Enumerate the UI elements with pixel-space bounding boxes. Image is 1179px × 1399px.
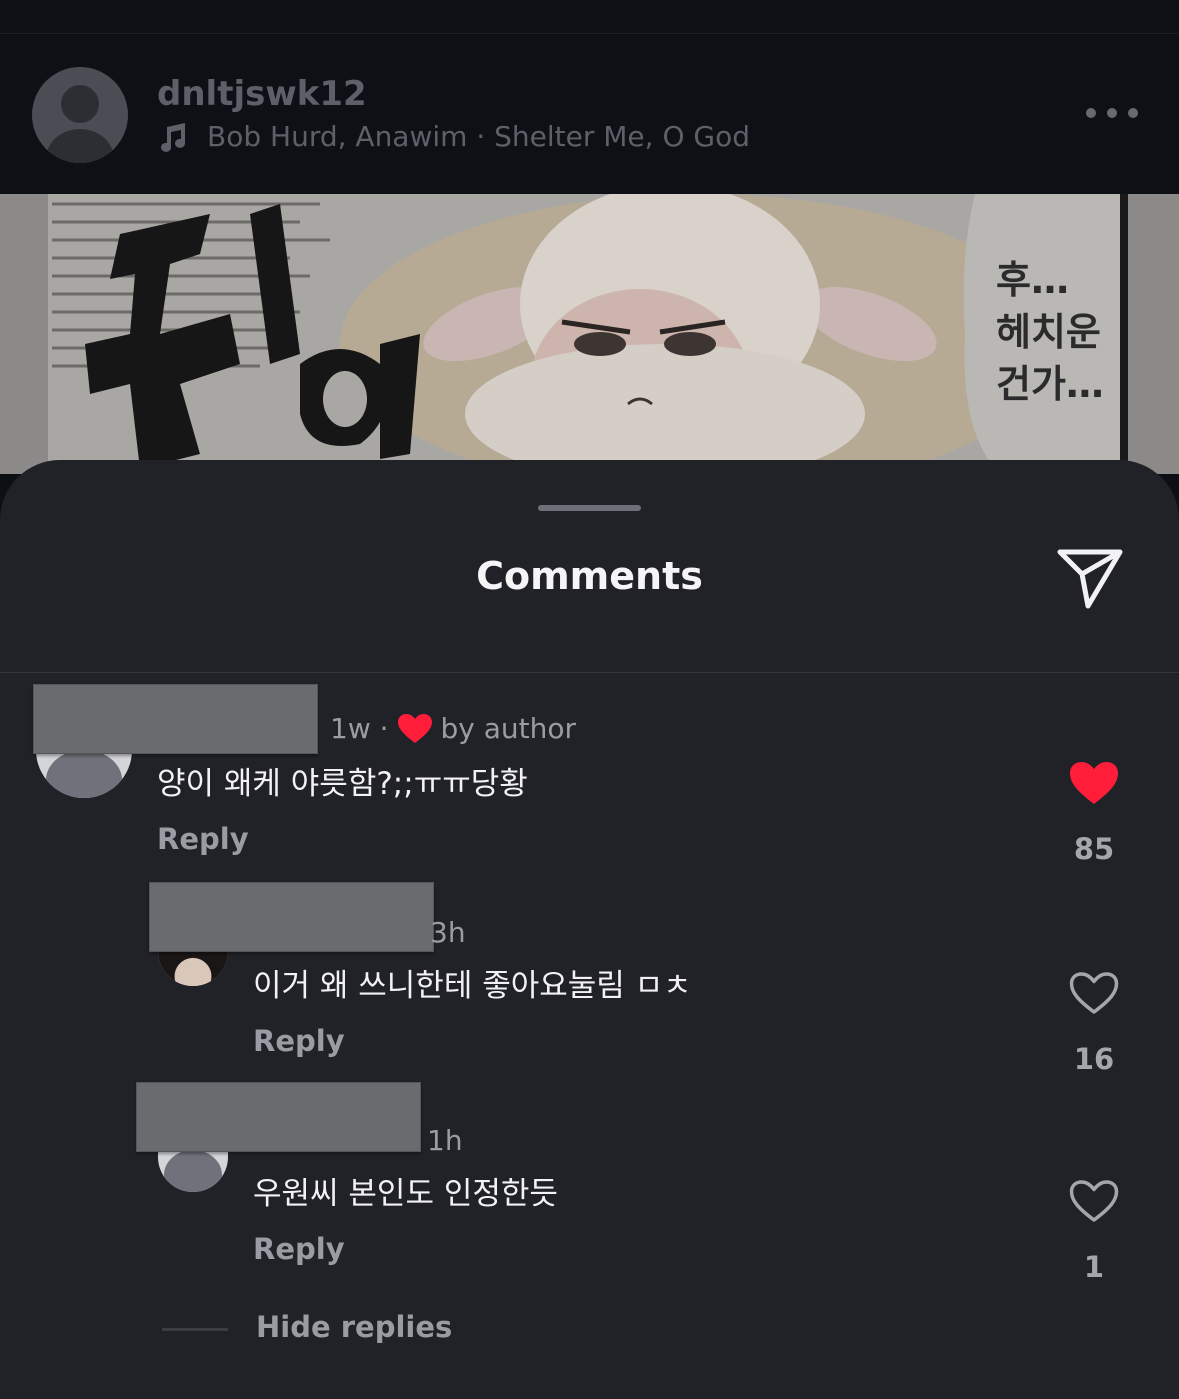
like-count: 16 <box>1073 1042 1115 1076</box>
heart-filled-icon <box>397 713 432 743</box>
comment-text: 우원씨 본인도 인정한듯 <box>253 1176 558 1212</box>
reply-button[interactable]: Reply <box>253 1024 345 1058</box>
post-image: 후… 헤치운 건가… <box>0 194 1179 474</box>
redacted-username <box>149 882 434 952</box>
post-music-info[interactable]: Bob Hurd, Anawim · Shelter Me, O God <box>157 120 750 153</box>
comment-time: 1w · <box>330 712 389 745</box>
like-button[interactable]: 16 <box>1064 970 1124 1076</box>
comments-title: Comments <box>476 554 703 598</box>
liked-by-author-label: by author <box>440 712 577 745</box>
hide-replies-button[interactable]: Hide replies <box>256 1310 452 1344</box>
comment-text: 양이 왜케 야릇함?;;ㅠㅠ당황 <box>157 766 528 802</box>
like-count: 85 <box>1073 832 1115 866</box>
redacted-username <box>136 1082 421 1152</box>
thread-line <box>162 1328 228 1331</box>
heart-outline-icon <box>1069 1180 1119 1222</box>
heart-filled-icon <box>1070 762 1118 804</box>
comment-time: 1h <box>427 1124 463 1157</box>
music-note-icon <box>161 122 186 152</box>
like-count: 1 <box>1083 1250 1105 1284</box>
like-button[interactable]: 85 <box>1064 760 1124 866</box>
like-button[interactable]: 1 <box>1064 1178 1124 1284</box>
comment-text: 이거 왜 쓰니한테 좋아요눌림 ㅁㅊ <box>253 968 692 1004</box>
comments-sheet: Comments 1w · by author 양이 왜케 야릇함?;;ㅠㅠ당황… <box>0 460 1179 1399</box>
post-author-username[interactable]: dnltjswk12 <box>157 74 367 114</box>
divider <box>0 672 1179 673</box>
share-send-icon[interactable] <box>1056 546 1126 612</box>
redacted-username <box>33 684 318 754</box>
post-header: dnltjswk12 Bob Hurd, Anawim · Shelter Me… <box>0 34 1179 194</box>
comic-speech-text: 후… 헤치운 건가… <box>996 258 1104 406</box>
reply-button[interactable]: Reply <box>157 822 249 856</box>
reply-button[interactable]: Reply <box>253 1232 345 1266</box>
post-author-avatar[interactable] <box>32 67 128 163</box>
more-options-icon[interactable] <box>1086 98 1138 128</box>
heart-outline-icon <box>1069 972 1119 1014</box>
music-label: Bob Hurd, Anawim · Shelter Me, O God <box>207 120 750 153</box>
drag-handle[interactable] <box>538 505 641 511</box>
comment-time: 3h <box>430 916 466 949</box>
status-bar-area <box>0 0 1179 34</box>
